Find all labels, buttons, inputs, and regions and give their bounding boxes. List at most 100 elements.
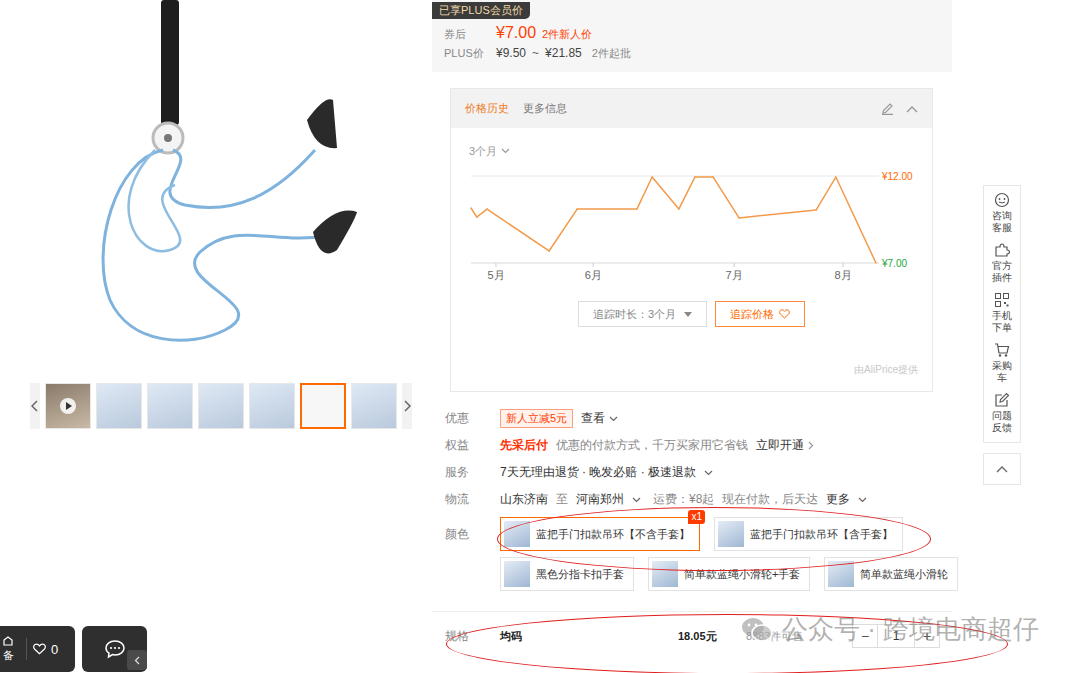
price-line-segment [679, 177, 695, 209]
back-to-top-button[interactable] [983, 453, 1021, 485]
edit-icon[interactable] [881, 102, 894, 115]
range-select[interactable]: 3个月 [451, 128, 932, 158]
thumbnail[interactable] [198, 383, 244, 429]
plus-price: PLUS价¥9.50~¥21.852件起批 [444, 46, 940, 66]
product-info: 已享PLUS会员价券后¥7.002件新人价PLUS价¥9.50~¥21.852件… [432, 0, 952, 673]
collapse-icon[interactable] [906, 105, 918, 113]
caret-down-icon [684, 312, 692, 317]
service-row: 服务7天无理由退货 · 晚发必赔 · 极速退款 [445, 459, 952, 486]
price-line-segment [713, 177, 739, 218]
thumbnail[interactable] [300, 383, 346, 429]
view-link[interactable]: 查看 [581, 410, 618, 427]
prev-button[interactable] [30, 383, 40, 429]
heart-icon [779, 309, 790, 319]
heart-icon [33, 643, 46, 655]
color-option[interactable]: 蓝把手门扣款吊环【含手套】 [714, 517, 903, 551]
price-history-panel: 价格历史更多信息3个月5月6月7月8月¥12.00¥7.00追踪时长：3个月追踪… [450, 88, 933, 392]
price-line-segment [549, 209, 577, 251]
axis-tick [593, 263, 594, 267]
chevron-up-icon [996, 465, 1008, 473]
collapse-button[interactable] [127, 650, 147, 670]
thumbnail[interactable] [249, 383, 295, 429]
puzzle-icon [994, 242, 1010, 258]
spec-row: 规格均码18.05元8883件可售−1+ [445, 620, 952, 652]
more-link[interactable]: 更多 [826, 491, 850, 508]
cart-icon [994, 342, 1010, 358]
thumbnail[interactable] [147, 383, 193, 429]
history-tab[interactable]: 更多信息 [523, 101, 567, 116]
chevron-down-icon [858, 497, 867, 503]
thumbnail-strip [0, 383, 432, 429]
color-option[interactable]: 蓝把手门扣款吊环【不含手套】x1 [500, 517, 700, 551]
open-link[interactable]: 立即开通 [756, 437, 814, 454]
feedback-icon [994, 392, 1010, 408]
axis-tick [495, 263, 496, 267]
toolbar-item[interactable]: 问题反馈 [984, 389, 1020, 439]
price-line-segment [816, 177, 836, 210]
price-line-segment [471, 208, 477, 217]
history-tab[interactable]: 价格历史 [465, 101, 509, 116]
track-duration-select[interactable]: 追踪时长：3个月 [578, 301, 707, 327]
max-price-label: ¥12.00 [881, 171, 913, 182]
toolbar-item[interactable]: 采购车 [984, 339, 1020, 389]
discount-tag: 新人立减5元 [500, 409, 573, 428]
highlight-ellipse [497, 507, 931, 571]
cut-button[interactable]: 备 [0, 636, 20, 663]
color-option[interactable]: 简单款蓝绳小滑轮 [824, 557, 958, 591]
provider-note: 由AliPrice提供 [451, 363, 932, 377]
axis-tick [734, 263, 735, 267]
qrcode-icon [994, 292, 1010, 308]
track-price-button[interactable]: 追踪价格 [715, 301, 805, 327]
message-icon [104, 639, 126, 659]
quantity-input[interactable]: 1 [877, 625, 915, 647]
option-thumbnail [828, 561, 854, 587]
thumbnail[interactable] [96, 383, 142, 429]
axis-line [471, 263, 879, 264]
color-option[interactable]: 简单款蓝绳小滑轮+手套 [648, 557, 810, 591]
highlight-ellipse [446, 614, 1008, 673]
month-label: 8月 [834, 269, 851, 281]
chevron-down-icon[interactable] [704, 470, 713, 476]
coupon-price: 券后¥7.002件新人价 [444, 24, 940, 44]
benefit-row: 权益先采后付优惠的付款方式，千万买家用它省钱立即开通 [445, 432, 952, 459]
pulley-rope-icon [75, 0, 375, 360]
destination-select[interactable]: 河南郑州 [576, 491, 624, 508]
price-panel: 已享PLUS会员价券后¥7.002件新人价PLUS价¥9.50~¥21.852件… [432, 0, 952, 72]
axis-tick [842, 263, 843, 267]
color-row: 颜色蓝把手门扣款吊环【不含手套】x1蓝把手门扣款吊环【含手套】黑色分指卡扣手套简… [445, 517, 952, 591]
thumbnail[interactable] [45, 383, 91, 429]
price-line-segment [739, 210, 816, 218]
month-label: 5月 [487, 269, 504, 281]
gallery [0, 0, 432, 673]
store-icon [3, 636, 13, 646]
thumbnail[interactable] [351, 383, 397, 429]
increase-button[interactable]: + [915, 625, 939, 647]
next-button[interactable] [402, 383, 412, 429]
chevron-down-icon [609, 416, 618, 422]
play-icon [59, 397, 77, 415]
chevron-left-icon [31, 400, 39, 412]
color-option[interactable]: 黑色分指卡扣手套 [500, 557, 634, 591]
history-header: 价格历史更多信息 [451, 89, 932, 128]
chat-icon [994, 192, 1010, 208]
watermark: 公众号 · 跨境电商超仔 [740, 612, 1039, 647]
price-line-segment [487, 209, 549, 251]
wechat-icon [740, 616, 774, 644]
count-badge: x1 [688, 510, 705, 524]
price-line-segment [637, 177, 652, 209]
favorite-button[interactable]: 0 [33, 642, 58, 657]
favorite-bar: 备0 [0, 626, 75, 672]
toolbar-item[interactable]: 手机下单 [984, 289, 1020, 339]
toolbar-item[interactable]: 咨询客服 [984, 189, 1020, 239]
price-line-segment [577, 208, 637, 210]
month-label: 6月 [585, 269, 602, 281]
chevron-right-icon [808, 441, 814, 450]
logistics-row: 物流山东济南至河南郑州运费：¥8起现在付款，后天达更多 [445, 486, 952, 513]
chat-button[interactable] [82, 626, 147, 672]
price-line-segment [477, 209, 487, 217]
divider [432, 611, 952, 612]
chevron-down-icon [632, 497, 641, 503]
toolbar-item[interactable]: 官方插件 [984, 239, 1020, 289]
product-image [0, 0, 432, 375]
decrease-button[interactable]: − [853, 625, 877, 647]
